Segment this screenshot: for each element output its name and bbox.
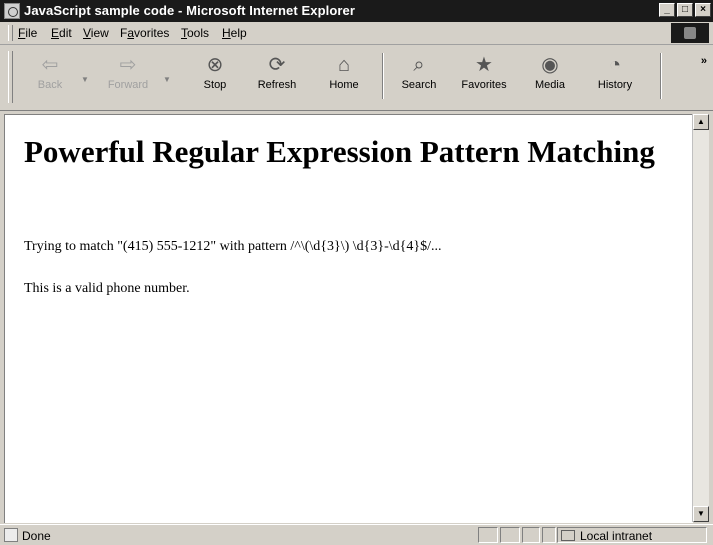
- menu-edit[interactable]: Edit: [51, 26, 72, 40]
- media-button[interactable]: ◉ Media: [522, 49, 578, 105]
- history-icon: ◔: [608, 54, 622, 76]
- favorites-label: Favorites: [461, 79, 507, 91]
- windows-logo-throbber: [671, 23, 709, 43]
- browser-window: JavaScript sample code - Microsoft Inter…: [0, 0, 713, 545]
- vertical-scrollbar[interactable]: ▲ ▼: [692, 114, 709, 522]
- status-panel: [478, 527, 498, 543]
- scroll-up-icon[interactable]: ▲: [693, 114, 709, 130]
- page-done-icon: [4, 528, 18, 542]
- menu-tools[interactable]: Tools: [181, 26, 209, 40]
- menu-help[interactable]: Help: [222, 26, 247, 40]
- menu-view-accel: V: [83, 26, 91, 40]
- toolbar-separator: [382, 53, 384, 99]
- menu-favorites-label: vorites: [134, 26, 170, 40]
- window-title: JavaScript sample code - Microsoft Inter…: [24, 3, 356, 18]
- stop-label: Stop: [203, 79, 227, 91]
- status-panel: [522, 527, 540, 543]
- forward-label: Forward: [107, 79, 149, 91]
- menu-view-label: iew: [90, 26, 109, 40]
- validation-result-text: This is a valid phone number.: [24, 281, 190, 296]
- minimize-button[interactable]: _: [659, 3, 675, 17]
- page-content: Powerful Regular Expression Pattern Matc…: [4, 114, 693, 523]
- maximize-button[interactable]: □: [677, 3, 693, 17]
- forward-button[interactable]: ⇨ Forward: [100, 49, 156, 105]
- menu-edit-label: dit: [59, 26, 72, 40]
- toolbar-overflow-icon[interactable]: »: [701, 55, 707, 67]
- search-label: Search: [401, 79, 437, 91]
- search-icon: ⌕: [413, 54, 425, 76]
- home-label: Home: [329, 79, 359, 91]
- back-label: Back: [37, 79, 63, 91]
- menu-favorites[interactable]: Favorites: [120, 26, 169, 40]
- stop-button[interactable]: ⊗ Stop: [187, 49, 243, 105]
- standard-toolbar: ⇦ Back ▼ ⇨ Forward ▼ ⊗ Stop ⟳ Refresh ⌂ …: [0, 45, 713, 111]
- status-panel: [500, 527, 520, 543]
- status-panel: [542, 527, 556, 543]
- ie-app-icon[interactable]: [4, 3, 20, 19]
- match-status-text: Trying to match "(415) 555-1212" with pa…: [24, 239, 442, 254]
- home-icon: ⌂: [337, 54, 351, 76]
- toolbar-grip[interactable]: [8, 51, 13, 103]
- page-heading: Powerful Regular Expression Pattern Matc…: [24, 134, 655, 169]
- forward-arrow-icon: ⇨: [119, 54, 137, 76]
- status-bar: Done Local intranet: [0, 524, 713, 545]
- menu-edit-accel: E: [51, 26, 60, 40]
- scroll-down-icon[interactable]: ▼: [693, 506, 709, 522]
- toolbar-separator: [660, 53, 662, 99]
- refresh-label: Refresh: [257, 79, 297, 91]
- menu-help-accel: H: [222, 26, 231, 40]
- history-label: History: [597, 79, 633, 91]
- menu-bar: File Edit View Favorites Tools Help: [0, 22, 713, 45]
- refresh-button[interactable]: ⟳ Refresh: [249, 49, 305, 105]
- security-zone-text: Local intranet: [580, 529, 653, 543]
- home-button[interactable]: ⌂ Home: [316, 49, 372, 105]
- menu-tools-label: ools: [187, 26, 210, 40]
- back-arrow-icon: ⇦: [41, 54, 59, 76]
- menu-file-label: ile: [25, 26, 38, 40]
- refresh-icon: ⟳: [268, 54, 286, 76]
- media-icon: ◉: [541, 54, 559, 76]
- forward-dropdown-icon[interactable]: ▼: [163, 75, 171, 84]
- media-label: Media: [535, 79, 565, 91]
- menu-file[interactable]: File: [18, 26, 37, 40]
- back-dropdown-icon[interactable]: ▼: [81, 75, 89, 84]
- favorites-icon: ★: [475, 54, 493, 76]
- title-bar[interactable]: JavaScript sample code - Microsoft Inter…: [0, 0, 713, 22]
- menu-help-label: elp: [230, 26, 247, 40]
- menu-grip[interactable]: [8, 25, 13, 41]
- window-controls: _ □ ×: [659, 3, 711, 17]
- status-text: Done: [22, 529, 51, 543]
- menu-view[interactable]: View: [83, 26, 109, 40]
- close-button[interactable]: ×: [695, 3, 711, 17]
- search-button[interactable]: ⌕ Search: [391, 49, 447, 105]
- history-button[interactable]: ◔ History: [587, 49, 643, 105]
- favorites-button[interactable]: ★ Favorites: [456, 49, 512, 105]
- intranet-zone-icon: [561, 530, 575, 541]
- stop-icon: ⊗: [206, 54, 224, 76]
- back-button[interactable]: ⇦ Back: [22, 49, 78, 105]
